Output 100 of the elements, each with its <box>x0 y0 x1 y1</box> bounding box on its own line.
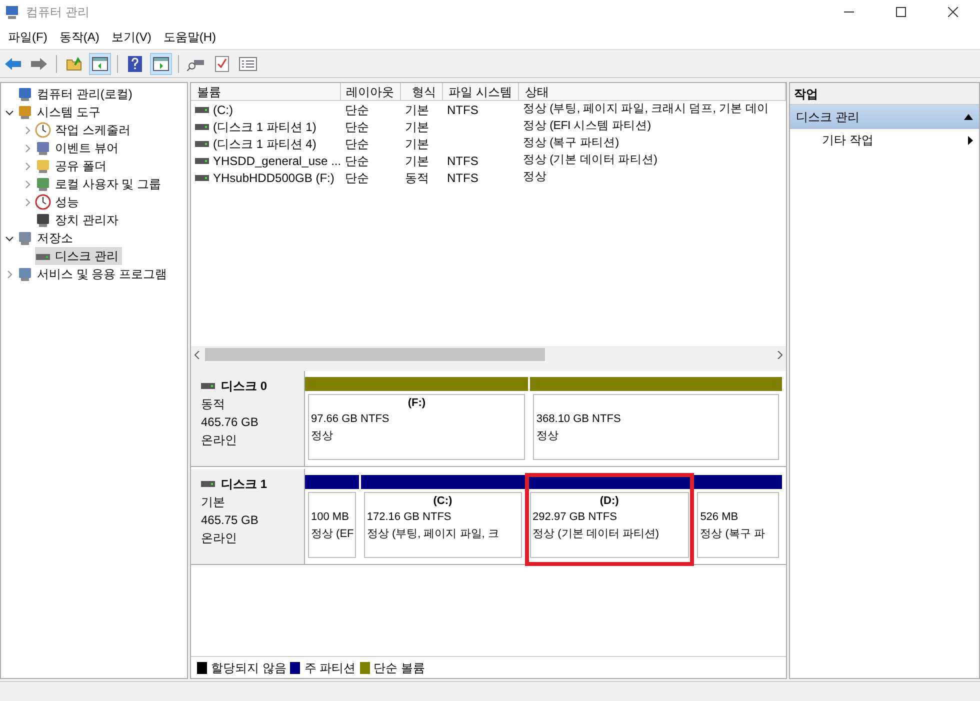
table-cell-text: 정상 (EFI 시스템 파티션) <box>523 118 651 134</box>
window-title: 컴퓨터 관리 <box>26 4 90 21</box>
partition-color-bar <box>305 475 359 489</box>
expand-chevron-icon[interactable] <box>22 180 32 188</box>
table-cell-text: 정상 (복구 파티션) <box>523 136 619 151</box>
drive-icon <box>195 106 209 112</box>
back-arrow-icon[interactable] <box>4 56 22 70</box>
table-cell-text: 단순 <box>345 170 369 186</box>
expand-chevron-icon[interactable] <box>22 198 32 206</box>
table-cell-text: NTFS <box>447 152 478 170</box>
tree-item[interactable]: 컴퓨터 관리(로컬) <box>17 85 136 103</box>
tree-item[interactable]: 공유 폴더 <box>35 157 110 175</box>
submenu-triangle-icon <box>968 136 973 144</box>
disk-name: 디스크 1 <box>221 476 268 493</box>
drive-icon <box>201 481 215 487</box>
partition-status: 정상 <box>536 428 560 444</box>
scrollbar-thumb[interactable] <box>205 348 545 361</box>
table-cell-text: NTFS <box>447 170 478 186</box>
disk-status: 온라인 <box>201 530 238 547</box>
tree-item[interactable]: 서비스 및 응용 프로그램 <box>17 265 172 283</box>
partition-size: 172.16 GB NTFS <box>366 510 452 525</box>
drive-icon <box>195 140 209 146</box>
tree-item[interactable]: 작업 스케줄러 <box>35 121 134 139</box>
tree-item[interactable]: 저장소 <box>17 229 77 247</box>
table-cell-text: 정상 (기본 데이터 파티션) <box>523 152 658 168</box>
table-cell-text: (디스크 1 파티션 1) <box>213 118 316 136</box>
disk-type: 동적 <box>201 396 226 413</box>
table-cell-text: 정상 <box>523 170 547 185</box>
expand-chevron-icon[interactable] <box>22 162 32 170</box>
partition-size: 97.66 GB NTFS <box>311 412 390 427</box>
scroll-right-icon[interactable] <box>776 350 784 358</box>
computer-icon <box>17 86 33 102</box>
horizontal-scrollbar[interactable] <box>191 346 786 363</box>
partition-status: 정상 (EF <box>311 526 353 542</box>
scroll-left-icon[interactable] <box>193 350 201 358</box>
partition-label: (D:) <box>600 494 619 510</box>
partition-size: 100 MB <box>311 510 350 525</box>
tree-item[interactable]: 시스템 도구 <box>17 103 104 121</box>
column-header[interactable]: 파일 시스템 <box>443 83 519 100</box>
action-item[interactable]: 기타 작업 <box>790 129 979 151</box>
app-icon <box>4 4 20 20</box>
close-icon[interactable] <box>948 7 958 17</box>
menu-item[interactable]: 보기(V) <box>105 28 158 46</box>
tree-item[interactable]: 성능 <box>35 193 83 211</box>
partition-label: (C:) <box>433 494 452 510</box>
collapse-chevron-icon[interactable] <box>4 234 14 242</box>
drive-icon <box>201 383 215 389</box>
legend-label: 단순 볼륨 <box>374 660 426 676</box>
disk-size: 465.76 GB <box>201 414 260 431</box>
table-cell-text: (디스크 1 파티션 4) <box>213 136 316 152</box>
column-header[interactable]: 볼륨 <box>191 83 341 100</box>
table-cell-text: 단순 <box>345 152 369 170</box>
table-cell-text: YHSDD_general_use ... <box>213 152 342 170</box>
pane-toggle-button[interactable] <box>150 52 172 74</box>
properties-icon[interactable] <box>239 56 257 70</box>
tree-item[interactable]: 로컬 사용자 및 그룹 <box>35 175 166 193</box>
legend-label: 주 파티션 <box>304 660 356 676</box>
expand-chevron-icon[interactable] <box>22 126 32 134</box>
table-cell-text: 기본 <box>405 152 429 170</box>
tree-item[interactable]: 장치 관리자 <box>35 211 122 229</box>
pane-toggle-button[interactable] <box>89 52 111 74</box>
drive-icon <box>195 124 209 130</box>
column-header[interactable]: 레이아웃 <box>341 83 401 100</box>
forward-arrow-icon[interactable] <box>30 56 48 70</box>
table-cell-text: 정상 (부팅, 페이지 파일, 크래시 덤프, 기본 데이 <box>523 102 769 117</box>
tree-item[interactable]: 디스크 관리 <box>35 247 122 265</box>
clock-icon <box>35 122 51 138</box>
collapse-chevron-icon[interactable] <box>4 108 14 116</box>
disk-name: 디스크 0 <box>221 378 268 395</box>
actions-section[interactable]: 디스크 관리 <box>790 105 979 129</box>
maximize-icon[interactable] <box>896 7 906 17</box>
expand-chevron-icon[interactable] <box>4 270 14 278</box>
table-cell-text: 단순 <box>345 102 369 118</box>
menu-item[interactable]: 파일(F) <box>2 28 54 46</box>
partition-status: 정상 (부팅, 페이지 파일, 크 <box>366 526 500 542</box>
table-cell-text: 기본 <box>405 102 429 118</box>
partition-size: 526 MB <box>700 510 740 525</box>
tree-item[interactable]: 이벤트 뷰어 <box>35 139 122 157</box>
table-cell-text: NTFS <box>447 102 478 118</box>
menu-item[interactable]: 도움말(H) <box>157 28 222 46</box>
column-header[interactable]: 상태 <box>519 83 786 100</box>
actions-header: 작업 <box>790 83 979 105</box>
column-header[interactable]: 형식 <box>401 83 443 100</box>
disk-size: 465.75 GB <box>201 512 260 529</box>
menu-item[interactable]: 동작(A) <box>53 28 106 46</box>
drive-icon <box>195 174 209 180</box>
table-cell-text: 단순 <box>345 118 369 136</box>
help-icon[interactable] <box>128 56 142 72</box>
partition-size: 292.97 GB NTFS <box>532 510 618 525</box>
partition-status: 정상 <box>311 428 334 444</box>
partition-size: 368.10 GB NTFS <box>536 412 622 427</box>
expand-chevron-icon[interactable] <box>22 144 32 152</box>
checklist-icon[interactable] <box>215 56 229 72</box>
table-cell-text: YHsubHDD500GB (F:) <box>213 170 334 186</box>
table-cell-text: 단순 <box>345 136 369 152</box>
table-cell-text: 동적 <box>405 170 429 186</box>
table-cell-text: 기본 <box>405 118 429 136</box>
table-cell-text: (C:) <box>213 102 233 118</box>
legend-label: 할당되지 않음 <box>211 660 286 676</box>
collapse-triangle-icon <box>964 114 973 120</box>
